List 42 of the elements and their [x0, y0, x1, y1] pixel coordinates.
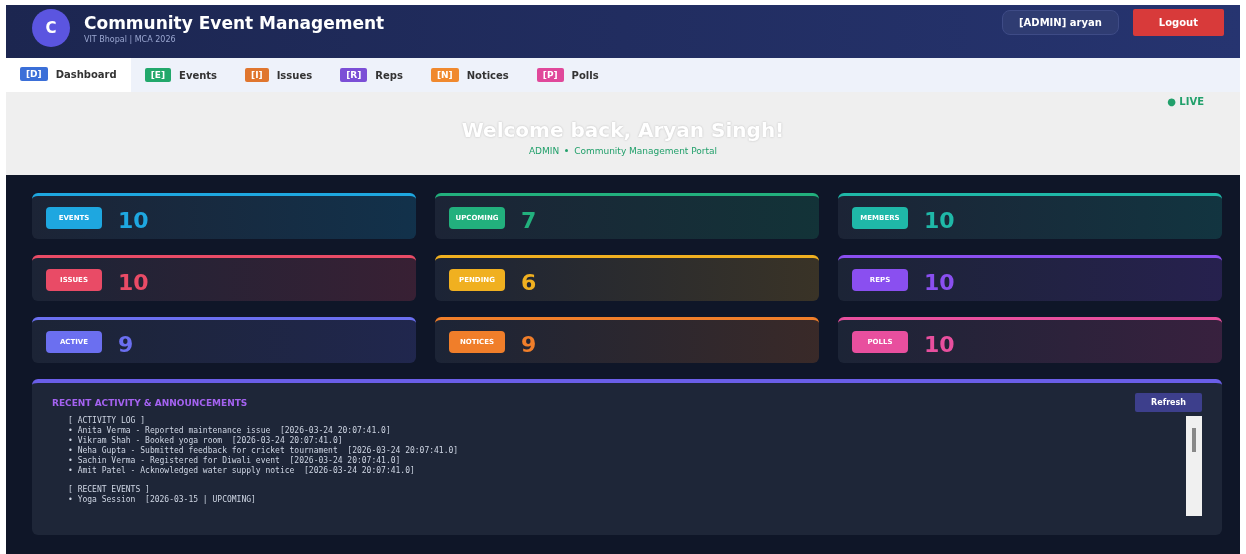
- log-entry: • Yoga Session [2026-03-15 | UPCOMING]: [68, 495, 257, 505]
- log-heading: [ ACTIVITY LOG ]: [68, 416, 147, 426]
- tab-badge: [E]: [144, 68, 172, 82]
- stat-value: 10: [118, 270, 149, 295]
- panel-title: RECENT ACTIVITY & ANNOUNCEMENTS: [52, 397, 248, 408]
- stat-value: 10: [924, 270, 955, 295]
- tab-label: Events: [179, 69, 218, 81]
- stat-value: 6: [521, 270, 537, 295]
- live-indicator: ● LIVE: [1167, 96, 1204, 107]
- stat-value: 10: [924, 332, 955, 357]
- logo-badge: C: [32, 9, 70, 47]
- tab-label: Reps: [375, 69, 403, 81]
- portal-label: Community Management Portal: [574, 145, 718, 156]
- log-entry: • Anita Verma - Reported maintenance issue [2026-03-24 20:07:41.0]: [68, 426, 392, 436]
- app-subtitle: VIT Bhopal | MCA 2026: [84, 34, 177, 44]
- role-label: ADMIN: [528, 145, 560, 156]
- tab-badge: [D]: [20, 67, 48, 81]
- refresh-button[interactable]: Refresh: [1135, 393, 1202, 412]
- stat-value: 10: [924, 208, 955, 233]
- stat-value: 10: [118, 208, 149, 233]
- stat-value: 9: [521, 332, 537, 357]
- log-entry: • Vikram Shah - Booked yoga room [2026-03-24 20:07:41.0]: [68, 436, 344, 446]
- logout-button[interactable]: Logout: [1132, 9, 1224, 36]
- stat-value: 9: [118, 332, 134, 357]
- nav-tab[interactable]: [D] Dashboard: [6, 58, 131, 92]
- tab-label: Notices: [466, 69, 509, 81]
- log-entry: • Neha Gupta - Submitted feedback for cricket tournament [2026-03-24 20:07:41.0]: [68, 446, 459, 456]
- tab-label: Polls: [571, 69, 599, 81]
- tab-label: Dashboard: [55, 68, 117, 80]
- log-entry: • Sachin Verma - Registered for Diwali event [2026-03-24 20:07:41.0]: [68, 456, 402, 466]
- user-menu[interactable]: [ADMIN] aryan: [1002, 10, 1119, 35]
- tab-label: Issues: [276, 69, 313, 81]
- app-title: Community Event Management: [84, 12, 385, 33]
- tab-badge: [N]: [430, 68, 459, 82]
- scrollbar[interactable]: [1186, 416, 1202, 516]
- tab-badge: [R]: [340, 68, 368, 82]
- log-entry: • Amit Patel - Acknowledged water supply notice [2026-03-24 20:07:41.0]: [68, 466, 416, 476]
- separator-dot: [565, 149, 569, 152]
- log-heading: [ RECENT EVENTS ]: [68, 485, 151, 495]
- tab-badge: [I]: [245, 68, 269, 82]
- stat-value: 7: [521, 208, 537, 233]
- tab-badge: [P]: [536, 68, 564, 82]
